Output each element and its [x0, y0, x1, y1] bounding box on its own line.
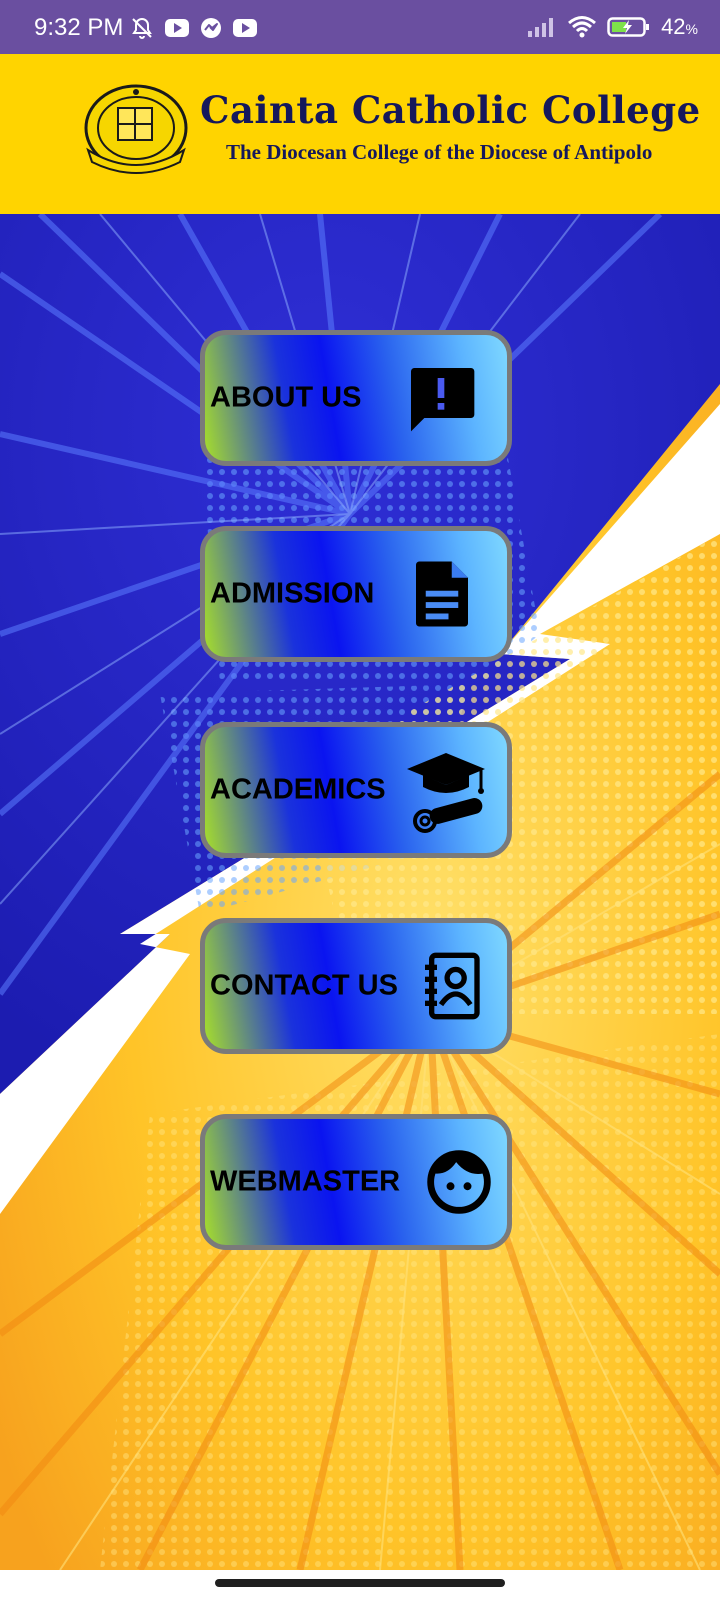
college-name: Cainta Catholic College	[200, 88, 701, 132]
status-time: 9:32 PM	[34, 14, 124, 41]
academics-button[interactable]: ACADEMICS	[200, 722, 512, 858]
wifi-icon	[568, 16, 597, 38]
document-icon	[416, 561, 468, 627]
academics-label: ACADEMICS	[210, 773, 386, 806]
about-us-button[interactable]: ABOUT US	[200, 330, 512, 466]
youtube-icon	[233, 19, 257, 37]
youtube-icon	[165, 19, 189, 37]
battery-unit: %	[685, 21, 698, 37]
home-indicator[interactable]	[215, 1579, 505, 1587]
face-icon	[427, 1150, 491, 1214]
contact-us-label: CONTACT US	[210, 969, 398, 1002]
contact-us-button[interactable]: CONTACT US	[200, 918, 512, 1054]
contacts-book-icon	[425, 952, 480, 1020]
about-us-label: ABOUT US	[210, 381, 362, 414]
signal-icon	[528, 18, 554, 37]
gesture-nav-bar	[0, 1570, 720, 1600]
messenger-icon	[201, 18, 221, 38]
college-subtitle: The Diocesan College of the Diocese of A…	[226, 140, 653, 164]
battery-charging-icon	[607, 17, 650, 37]
admission-button[interactable]: ADMISSION	[200, 526, 512, 662]
app-header: Cainta Catholic College The Diocesan Col…	[0, 54, 720, 214]
status-bar: 9:32 PM 42%	[0, 0, 720, 54]
webmaster-label: WEBMASTER	[210, 1165, 401, 1198]
graduation-icon	[407, 753, 485, 833]
admission-label: ADMISSION	[210, 577, 375, 610]
college-seal-logo	[84, 84, 188, 174]
bell-off-icon	[132, 17, 152, 39]
feedback-alert-icon	[411, 368, 475, 432]
webmaster-button[interactable]: WEBMASTER	[200, 1114, 512, 1250]
battery-percent: 42	[661, 14, 686, 39]
